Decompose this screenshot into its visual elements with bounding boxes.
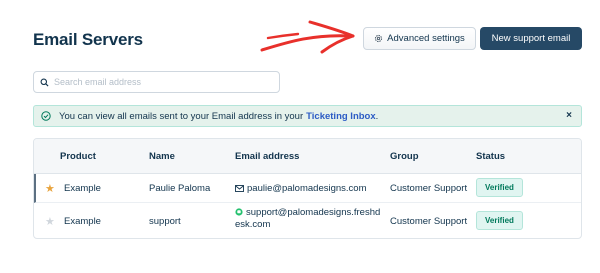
email-servers-table: Product Name Email address Group Status … xyxy=(33,138,582,239)
table-header: Product Name Email address Group Status xyxy=(34,139,581,174)
star-icon[interactable]: ★ xyxy=(45,182,55,195)
info-banner: You can view all emails sent to your Ema… xyxy=(33,105,582,127)
group-cell: Customer Support xyxy=(390,183,468,194)
column-name: Name xyxy=(149,151,175,162)
group-cell: Customer Support xyxy=(390,216,468,227)
column-group: Group xyxy=(390,151,419,162)
email-cell: paulie@palomadesigns.com xyxy=(235,183,367,194)
advanced-settings-label: Advanced settings xyxy=(387,33,465,44)
advanced-settings-button[interactable]: Advanced settings xyxy=(363,27,476,50)
freshdesk-icon xyxy=(235,208,243,217)
arrow-annotation xyxy=(260,20,355,54)
product-cell: Example xyxy=(64,183,101,194)
envelope-icon xyxy=(235,185,244,192)
search-box xyxy=(33,71,280,93)
email-text-continued: esk.com xyxy=(235,219,271,230)
star-icon[interactable]: ★ xyxy=(45,215,55,228)
status-badge: Verified xyxy=(476,211,523,230)
product-cell: Example xyxy=(64,216,101,227)
name-cell: support xyxy=(149,216,181,227)
table-row[interactable]: ★ Example Paulie Paloma paulie@palomades… xyxy=(34,174,581,203)
table-row[interactable]: ★ Example support support@palomadesigns.… xyxy=(34,203,581,238)
column-email: Email address xyxy=(235,151,300,162)
search-icon xyxy=(40,78,49,87)
new-support-email-button[interactable]: New support email xyxy=(480,27,582,50)
ticketing-inbox-link[interactable]: Ticketing Inbox xyxy=(306,111,376,122)
status-badge: Verified xyxy=(476,178,523,197)
close-icon[interactable]: × xyxy=(566,110,572,121)
banner-text: You can view all emails sent to your Ema… xyxy=(59,110,304,122)
page-title: Email Servers xyxy=(33,30,143,49)
gear-icon xyxy=(375,34,383,43)
check-circle-icon xyxy=(41,111,51,121)
column-status: Status xyxy=(476,151,506,162)
name-cell: Paulie Paloma xyxy=(149,183,211,194)
email-cell: support@palomadesigns.freshd esk.com xyxy=(235,207,380,231)
email-text: paulie@palomadesigns.com xyxy=(247,183,367,194)
column-product: Product xyxy=(60,151,96,162)
search-input[interactable] xyxy=(54,77,274,87)
banner-suffix: . xyxy=(375,110,379,122)
email-text: support@palomadesigns.freshd xyxy=(246,207,381,218)
